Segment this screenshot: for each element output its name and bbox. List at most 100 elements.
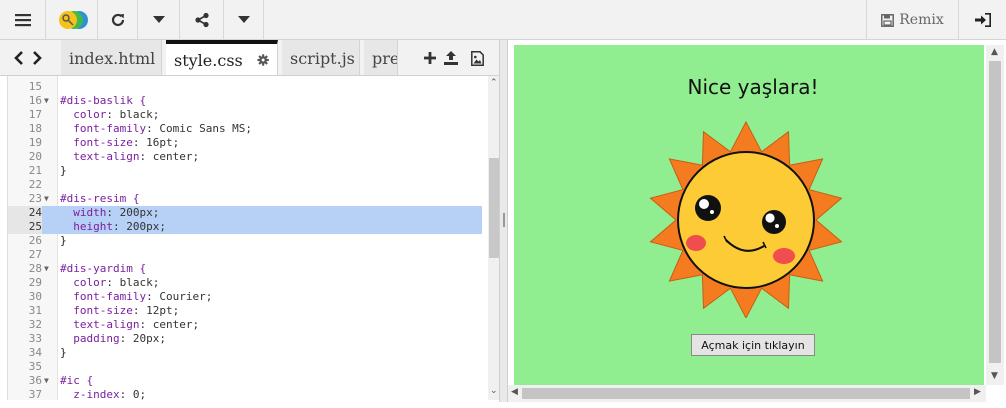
remix-label: Remix bbox=[899, 12, 944, 28]
code-text: font-size: 12pt; bbox=[60, 304, 180, 317]
line-number: 30 bbox=[28, 290, 42, 303]
line-number: 17 bbox=[28, 108, 42, 121]
code-line[interactable]: 20 text-align: center; bbox=[8, 150, 482, 164]
code-line[interactable]: 37 z-index: 0; bbox=[8, 388, 482, 400]
code-line[interactable]: 32 text-align: center; bbox=[8, 318, 482, 332]
code-text: width: 200px; bbox=[60, 206, 160, 219]
toggle-code-view-button[interactable] bbox=[8, 40, 48, 75]
code-line[interactable]: 21} bbox=[8, 164, 482, 178]
tab-index-html[interactable]: index.html bbox=[61, 40, 162, 75]
code-text: font-family: Courier; bbox=[60, 290, 213, 303]
code-line[interactable]: 34} bbox=[8, 346, 482, 360]
chevron-down-icon bbox=[152, 16, 165, 23]
code-line[interactable]: 22 bbox=[8, 178, 482, 192]
code-text: padding: 20px; bbox=[60, 332, 166, 345]
code-line[interactable]: 27 bbox=[8, 248, 482, 262]
share-button[interactable] bbox=[180, 0, 224, 40]
file-tab-bar: index.html style.css script.js pre bbox=[0, 40, 504, 76]
code-editor[interactable]: 15 16 ▼ #dis-baslik {17 color: black; 18 fon… bbox=[7, 76, 499, 400]
chevron-down-icon bbox=[237, 16, 250, 23]
top-toolbar: Remix bbox=[0, 0, 1006, 40]
add-file-button[interactable] bbox=[420, 40, 440, 75]
code-text: } bbox=[60, 234, 67, 247]
line-number: 24 bbox=[8, 206, 42, 220]
code-line[interactable]: 23 ▼ #dis-resim { bbox=[8, 192, 482, 206]
line-number: 36 bbox=[28, 374, 42, 387]
upload-file-button[interactable] bbox=[441, 40, 461, 75]
preview-vertical-thumb[interactable] bbox=[989, 61, 1001, 363]
upload-icon bbox=[444, 51, 458, 65]
open-card-button[interactable]: Açmak için tıklayın bbox=[691, 334, 815, 356]
preview-vertical-scrollbar[interactable]: ▲ ▼ bbox=[986, 45, 1004, 385]
menu-button[interactable] bbox=[0, 0, 46, 40]
scroll-right-arrow-icon[interactable]: ▶ bbox=[974, 387, 981, 397]
tab-label: index.html bbox=[69, 48, 156, 68]
fold-arrow-icon[interactable]: ▼ bbox=[44, 192, 54, 206]
fold-arrow-icon[interactable]: ▼ bbox=[44, 262, 54, 276]
line-number: 31 bbox=[28, 304, 42, 317]
code-line[interactable]: 35 bbox=[8, 360, 482, 374]
code-line[interactable]: 15 bbox=[8, 80, 482, 94]
code-line[interactable]: 24 width: 200px; bbox=[8, 206, 482, 220]
editor-scrollbar[interactable]: ⌃ ⌄ bbox=[488, 76, 499, 400]
share-options-dropdown[interactable] bbox=[224, 0, 264, 40]
code-text: } bbox=[60, 164, 67, 177]
reload-icon bbox=[111, 13, 124, 27]
preview-horizontal-thumb[interactable] bbox=[522, 388, 970, 399]
fold-arrow-icon[interactable]: ▼ bbox=[44, 94, 54, 108]
reload-button[interactable] bbox=[98, 0, 138, 40]
greeting-title: Nice yaşlara! bbox=[687, 75, 819, 99]
image-library-button[interactable] bbox=[466, 40, 488, 75]
code-line[interactable]: 26} bbox=[8, 234, 482, 248]
code-line[interactable]: 28 ▼ #dis-yardim { bbox=[8, 262, 482, 276]
line-number: 23 bbox=[28, 192, 42, 205]
tab-script-js[interactable]: script.js bbox=[282, 40, 360, 75]
preview-horizontal-scrollbar[interactable]: ◀ ▶ bbox=[508, 385, 986, 402]
gear-icon[interactable] bbox=[257, 53, 269, 67]
scroll-down-arrow-icon[interactable]: ⌄ bbox=[490, 386, 498, 396]
line-number: 22 bbox=[28, 178, 42, 191]
code-text: font-family: Comic Sans MS; bbox=[60, 122, 253, 135]
login-button[interactable] bbox=[958, 0, 1006, 40]
pane-splitter[interactable] bbox=[499, 40, 508, 402]
line-number: 35 bbox=[28, 360, 42, 373]
editor-scrollbar-thumb[interactable] bbox=[489, 158, 499, 258]
code-line[interactable]: 19 font-size: 16pt; bbox=[8, 136, 482, 150]
line-number: 25 bbox=[8, 220, 42, 234]
line-number: 28 bbox=[28, 262, 42, 275]
line-number: 16 bbox=[28, 94, 42, 107]
preview-canvas: Nice yaşlara! Açmak için tıklayın bbox=[514, 45, 984, 385]
code-line[interactable]: 18 font-family: Comic Sans MS; bbox=[8, 122, 482, 136]
tab-label: script.js bbox=[290, 48, 355, 68]
fold-arrow-icon[interactable]: ▼ bbox=[44, 374, 54, 388]
scroll-up-arrow-icon[interactable]: ⌃ bbox=[490, 78, 498, 88]
line-number: 29 bbox=[28, 276, 42, 289]
save-icon bbox=[881, 13, 895, 27]
line-number: 32 bbox=[28, 318, 42, 331]
line-number: 19 bbox=[28, 136, 42, 149]
code-line[interactable]: 25 height: 200px; bbox=[8, 220, 482, 234]
code-line[interactable]: 16 ▼ #dis-baslik { bbox=[8, 94, 482, 108]
remix-button[interactable]: Remix bbox=[866, 0, 958, 40]
image-file-icon bbox=[470, 50, 484, 66]
scroll-down-arrow-icon[interactable]: ▼ bbox=[991, 371, 998, 381]
logo-button[interactable] bbox=[46, 0, 98, 40]
tab-pre[interactable]: pre bbox=[364, 40, 398, 75]
code-text: color: black; bbox=[60, 108, 160, 121]
code-line[interactable]: 31 font-size: 12pt; bbox=[8, 304, 482, 318]
code-arrows-icon bbox=[14, 51, 42, 65]
scroll-left-arrow-icon[interactable]: ◀ bbox=[511, 387, 518, 397]
scroll-up-arrow-icon[interactable]: ▲ bbox=[991, 47, 998, 57]
sign-in-icon bbox=[974, 13, 991, 27]
code-line[interactable]: 36 ▼ #ic { bbox=[8, 374, 482, 388]
code-line[interactable]: 29 color: black; bbox=[8, 276, 482, 290]
code-line[interactable]: 30 font-family: Courier; bbox=[8, 290, 482, 304]
code-text: #dis-yardim { bbox=[60, 262, 147, 275]
run-options-dropdown[interactable] bbox=[138, 0, 180, 40]
code-line[interactable]: 17 color: black; bbox=[8, 108, 482, 122]
tab-label: pre bbox=[372, 48, 398, 68]
line-number: 34 bbox=[28, 346, 42, 359]
tab-style-css[interactable]: style.css bbox=[166, 40, 278, 75]
code-text: height: 200px; bbox=[60, 220, 166, 233]
code-line[interactable]: 33 padding: 20px; bbox=[8, 332, 482, 346]
